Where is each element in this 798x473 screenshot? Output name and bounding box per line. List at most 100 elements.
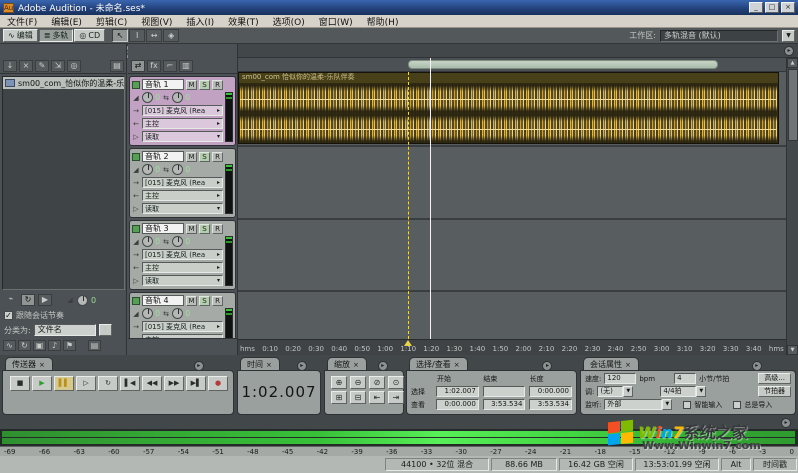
solo-button[interactable]: S xyxy=(199,295,210,306)
scroll-down-icon[interactable]: ▼ xyxy=(787,345,798,355)
tempo-field[interactable]: 120 xyxy=(604,373,637,384)
import-file-icon[interactable]: ↓ xyxy=(3,59,17,72)
minimize-button[interactable]: _ xyxy=(749,2,763,13)
preview-volume-knob[interactable] xyxy=(77,294,88,306)
workspace-dropdown-arrow[interactable]: ▼ xyxy=(782,29,795,42)
automation-mode-select[interactable]: 读取 ▾ xyxy=(142,131,223,142)
vertical-scrollbar[interactable]: ▲ ▼ xyxy=(786,58,798,355)
loop-play-button[interactable]: ↻ xyxy=(98,376,118,391)
workspace-select[interactable]: 多轨混音 (默认) xyxy=(660,29,778,42)
track-input-select[interactable]: [015] 麦克风 (Rea ▸ xyxy=(142,249,223,260)
smart-input-checkbox[interactable] xyxy=(683,400,692,409)
beats-per-bar-field[interactable]: 4 xyxy=(674,373,697,384)
zoom-out-vertical-button[interactable]: ⊟ xyxy=(350,391,366,404)
rewind-button[interactable]: ◀◀ xyxy=(142,376,162,391)
track-color-chip[interactable] xyxy=(132,296,140,305)
timesig-dropdown-arrow[interactable]: ▼ xyxy=(696,386,707,397)
close-tab-icon[interactable]: × xyxy=(266,361,272,369)
sort-select[interactable]: 文件名 xyxy=(33,324,96,336)
audio-clip[interactable]: sm00_com 恰似你的温柔-乐队伴奏 xyxy=(238,72,779,144)
menu-insert[interactable]: 插入(I) xyxy=(179,15,221,28)
follow-tempo-checkbox[interactable]: ✓ xyxy=(4,311,13,320)
key-select[interactable]: (无) xyxy=(597,386,624,397)
selection-end-field[interactable] xyxy=(482,386,526,397)
automation-mode-select[interactable]: 读取 ▾ xyxy=(142,275,223,286)
volume-knob[interactable] xyxy=(142,236,153,247)
tab-zoom[interactable]: 缩放 × xyxy=(327,357,367,370)
pan-knob[interactable] xyxy=(172,308,184,319)
close-file-icon[interactable]: × xyxy=(19,59,33,72)
pause-button[interactable]: ▌▌ xyxy=(54,376,74,391)
insert-multitrack-icon[interactable]: ⇲ xyxy=(51,59,65,72)
full-paths-icon[interactable]: ▤ xyxy=(88,340,101,351)
session-canvas[interactable]: sm00_com 恰似你的温柔-乐队伴奏 hms 0:10 0:20 0:30 … xyxy=(238,58,786,355)
show-markers-icon[interactable]: ⚑ xyxy=(63,340,76,351)
time-signature-select[interactable]: 4/4拍 xyxy=(660,386,697,397)
always-import-checkbox[interactable] xyxy=(733,400,742,409)
bus-icon[interactable]: ⌐ xyxy=(163,59,177,72)
edit-view-button[interactable]: ∿ 编辑 xyxy=(3,29,38,42)
pan-knob[interactable] xyxy=(172,92,184,103)
track-name-input[interactable]: 音轨 1 xyxy=(142,79,184,90)
track-output-select[interactable]: 主控▸ xyxy=(142,262,223,273)
solo-button[interactable]: S xyxy=(199,79,210,90)
play-button[interactable]: ▶ xyxy=(32,376,52,391)
vertical-scrollbar-thumb[interactable] xyxy=(788,69,798,141)
solo-button[interactable]: S xyxy=(199,151,210,162)
hybrid-tool[interactable]: ↖ xyxy=(112,29,129,42)
menu-effects[interactable]: 效果(T) xyxy=(221,15,266,28)
close-button[interactable]: × xyxy=(781,2,795,13)
key-dropdown-arrow[interactable]: ▼ xyxy=(623,386,634,397)
scrub-tool[interactable]: ◈ xyxy=(163,29,180,42)
track-input-select[interactable]: [015] 麦克风 (Rea ▸ xyxy=(142,105,223,116)
solo-button[interactable]: S xyxy=(199,223,210,234)
show-audio-icon[interactable]: ∿ xyxy=(3,340,16,351)
menu-options[interactable]: 选项(O) xyxy=(266,15,312,28)
close-tab-icon[interactable]: × xyxy=(454,361,460,369)
fx-icon[interactable]: fx xyxy=(147,59,161,72)
tab-time[interactable]: 时间 × xyxy=(240,357,280,370)
zoom-out-horizontal-button[interactable]: ⊖ xyxy=(350,376,366,389)
timeline-ruler[interactable]: hms 0:10 0:20 0:30 0:40 0:50 1:00 1:10 1… xyxy=(238,339,786,355)
advanced-button[interactable]: 高级... xyxy=(758,373,791,384)
play-from-cursor-button[interactable]: ▷ xyxy=(76,376,96,391)
insert-cd-icon[interactable]: ◎ xyxy=(67,59,81,72)
menu-file[interactable]: 文件(F) xyxy=(0,15,44,28)
selection-begin-field[interactable]: 1:02.007 xyxy=(436,386,479,397)
zoom-to-selection-button[interactable]: ⊙ xyxy=(388,376,404,389)
volume-knob[interactable] xyxy=(142,308,153,319)
track-input-select[interactable]: [015] 麦克风 (Rea ▸ xyxy=(142,177,223,188)
menu-window[interactable]: 窗口(W) xyxy=(312,15,360,28)
move-clip-tool[interactable]: ↔ xyxy=(146,29,163,42)
track-input-select[interactable]: [015] 麦克风 (Rea ▸ xyxy=(142,321,223,332)
edit-file-icon[interactable]: ✎ xyxy=(35,59,49,72)
close-tab-icon[interactable]: × xyxy=(353,361,359,369)
track-name-input[interactable]: 音轨 2 xyxy=(142,151,184,162)
zoom-in-vertical-button[interactable]: ⊞ xyxy=(331,391,347,404)
loop-preview-button[interactable]: ↻ xyxy=(21,294,35,306)
show-video-icon[interactable]: ▣ xyxy=(33,340,46,351)
metronome-button[interactable]: 节拍器 xyxy=(758,386,791,397)
main-panel-menu-button[interactable]: ▸ xyxy=(784,46,794,56)
tab-transport[interactable]: 传送器 × xyxy=(5,357,53,370)
time-selection-tool[interactable]: I xyxy=(129,29,146,42)
show-loop-icon[interactable]: ↻ xyxy=(18,340,31,351)
advanced-options-icon[interactable]: ▤ xyxy=(110,59,124,72)
selection-length-field[interactable]: 0:00.000 xyxy=(529,386,573,397)
track-name-input[interactable]: 音轨 4 xyxy=(142,295,184,306)
menu-clip[interactable]: 剪辑(C) xyxy=(89,15,134,28)
fast-forward-button[interactable]: ▶▶ xyxy=(164,376,184,391)
edit-cursor-line[interactable] xyxy=(408,72,409,339)
playhead-marker-icon[interactable] xyxy=(404,340,412,346)
zoom-in-horizontal-button[interactable]: ⊕ xyxy=(331,376,347,389)
play-preview-button[interactable]: ▶ xyxy=(38,294,52,306)
track-output-select[interactable]: 主控▸ xyxy=(142,118,223,129)
volume-knob[interactable] xyxy=(142,164,153,175)
automation-mode-select[interactable]: 读取 ▾ xyxy=(142,203,223,214)
mute-button[interactable]: M xyxy=(186,295,197,306)
go-to-end-button[interactable]: ▶▌ xyxy=(186,376,206,391)
meters-icon[interactable]: ▥ xyxy=(179,59,193,72)
zoom-selection-right-button[interactable]: ⇥ xyxy=(388,391,404,404)
close-tab-icon[interactable]: × xyxy=(625,361,631,369)
maximize-button[interactable]: □ xyxy=(765,2,779,13)
